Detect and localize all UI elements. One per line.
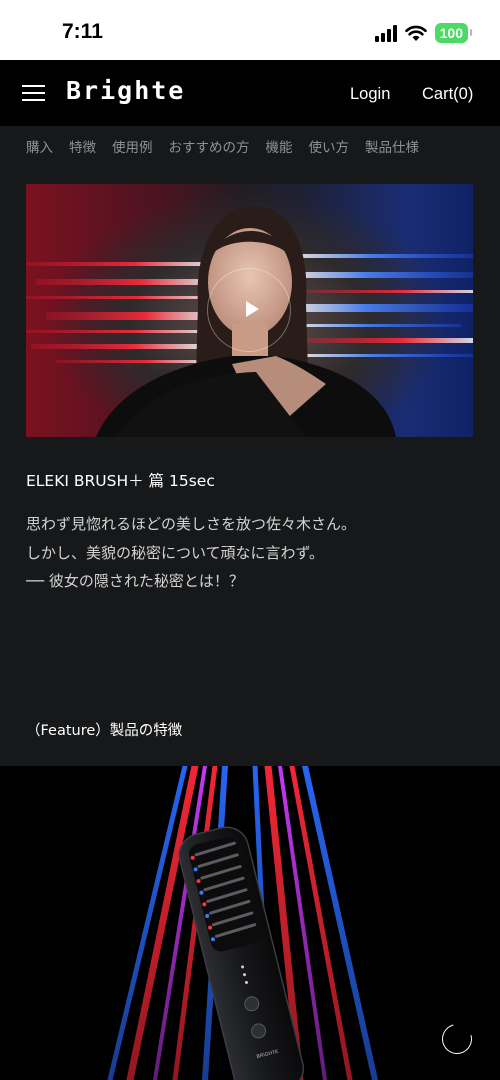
status-icons: 100 xyxy=(374,22,473,44)
play-button[interactable] xyxy=(207,268,291,352)
hamburger-menu-icon[interactable] xyxy=(22,85,45,101)
subnav-item-specs[interactable]: 製品仕様 xyxy=(365,136,419,158)
login-link[interactable]: Login xyxy=(350,85,390,104)
video-description-line: しかし、美貌の秘密について頑なに言わず。 xyxy=(26,543,325,562)
subnav-item-functions[interactable]: 機能 xyxy=(266,136,293,158)
status-time: 7:11 xyxy=(62,20,103,43)
site-header: Brighte Login Cart(0) xyxy=(0,60,500,126)
brand-logo[interactable]: Brighte xyxy=(66,76,185,105)
cart-link[interactable]: Cart(0) xyxy=(422,85,473,104)
product-hero-image: BRIGHTE xyxy=(0,766,500,1080)
subnav-item-recommended[interactable]: おすすめの方 xyxy=(169,136,250,158)
subnav-item-features[interactable]: 特徴 xyxy=(69,136,96,158)
play-icon xyxy=(246,301,259,317)
video-description-line: ── 彼女の隠された秘密とは！？ xyxy=(26,572,244,590)
product-illustration: BRIGHTE xyxy=(107,766,378,1080)
subnav-item-how-to-use[interactable]: 使い方 xyxy=(309,136,350,158)
feature-section-heading: （Feature）製品の特徴 xyxy=(26,723,183,739)
main-content: 購入 特徴 使用例 おすすめの方 機能 使い方 製品仕様 ELEKI BRUSH… xyxy=(0,126,500,766)
video-title: ELEKI BRUSH＋ 篇 15sec xyxy=(26,472,215,490)
section-subnav: 購入 特徴 使用例 おすすめの方 機能 使い方 製品仕様 xyxy=(26,136,496,158)
video-description-line: 思わず見惚れるほどの美しさを放つ佐々木さん。 xyxy=(26,515,357,533)
battery-indicator: 100 xyxy=(434,23,473,43)
status-bar: 7:11 100 xyxy=(0,0,500,60)
promo-video-thumbnail[interactable] xyxy=(26,184,473,437)
subnav-item-purchase[interactable]: 購入 xyxy=(26,136,53,158)
wifi-icon xyxy=(404,25,427,41)
subnav-item-examples[interactable]: 使用例 xyxy=(112,136,153,158)
video-description: 思わず見惚れるほどの美しさを放つ佐々木さん。 しかし、美貌の秘密について頑なに言… xyxy=(26,510,356,596)
cellular-signal-icon xyxy=(374,24,397,42)
